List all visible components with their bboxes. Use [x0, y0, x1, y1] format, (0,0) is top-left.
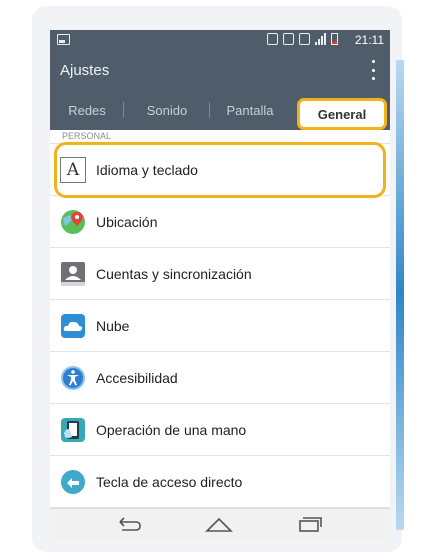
list-item-nube[interactable]: Nube — [50, 300, 390, 352]
list-item-label: Cuentas y sincronización — [96, 266, 252, 282]
tab-redes[interactable]: Redes — [50, 90, 124, 130]
tab-general[interactable]: General — [297, 98, 387, 130]
settings-list: A Idioma y teclado Ubicación Cuentas y s… — [50, 144, 390, 508]
home-icon[interactable] — [204, 514, 234, 536]
battery-icon — [331, 33, 338, 45]
page-title: Ajustes — [60, 62, 110, 79]
action-bar: Ajustes — [50, 50, 390, 90]
network-3g-icon — [299, 33, 310, 45]
list-item-cuentas[interactable]: Cuentas y sincronización — [50, 248, 390, 300]
location-icon — [61, 210, 85, 234]
list-item-label: Operación de una mano — [96, 422, 247, 438]
vibrate-icon — [283, 33, 294, 45]
list-item-label: Nube — [96, 318, 130, 334]
cloud-icon — [61, 314, 85, 338]
list-item-label: Ubicación — [96, 214, 158, 230]
list-item-label: Tecla de acceso directo — [96, 474, 243, 490]
status-bar: 21:11 — [50, 30, 390, 50]
list-item-tecla-acceso[interactable]: Tecla de acceso directo — [50, 456, 390, 508]
screenshot-icon — [57, 34, 70, 45]
card-edge-accent — [396, 60, 404, 530]
list-item-ubicacion[interactable]: Ubicación — [50, 196, 390, 248]
navigation-bar — [50, 508, 390, 540]
accounts-icon — [61, 262, 85, 286]
accessibility-icon — [61, 366, 85, 390]
nfc-icon — [267, 33, 278, 45]
highlight-outline — [54, 142, 386, 198]
signal-icon — [315, 33, 326, 45]
overflow-menu-icon[interactable] — [366, 60, 380, 80]
status-icons — [267, 33, 338, 45]
list-item-accesibilidad[interactable]: Accesibilidad — [50, 352, 390, 404]
back-icon[interactable] — [114, 514, 144, 536]
shortcut-key-icon — [61, 470, 85, 494]
phone-screen: 21:11 Ajustes Redes Sonido Pantalla Gene… — [50, 30, 390, 540]
status-time: 21:11 — [354, 33, 384, 47]
list-item-label: Accesibilidad — [96, 370, 178, 386]
tab-pantalla[interactable]: Pantalla — [210, 90, 290, 130]
tab-sonido[interactable]: Sonido — [124, 90, 210, 130]
one-hand-icon — [61, 418, 85, 442]
recent-apps-icon[interactable] — [294, 514, 324, 536]
list-item-operacion-mano[interactable]: Operación de una mano — [50, 404, 390, 456]
